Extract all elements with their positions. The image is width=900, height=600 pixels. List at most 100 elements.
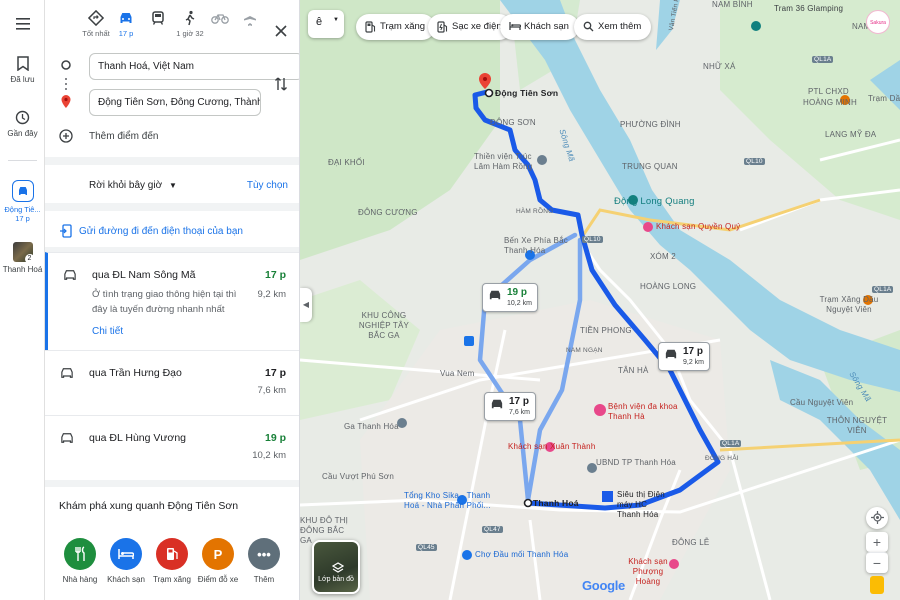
close-icon[interactable] <box>272 22 290 40</box>
route-box-distance: 9,2 km <box>683 359 705 366</box>
route-box-time: 17 p <box>683 346 704 357</box>
category-restaurants[interactable]: Nhà hàng <box>57 538 103 584</box>
route-time-box[interactable]: 19 p 10,2 km <box>482 283 538 312</box>
active-route-label: Động Tiê... <box>4 205 41 214</box>
menu-button[interactable] <box>0 18 45 34</box>
collapse-panel-button[interactable]: ◀ <box>300 288 312 322</box>
category-parking[interactable]: P Điểm đỗ xe <box>195 538 241 584</box>
map-label: XÓM 2 <box>650 252 676 261</box>
saved-label: Đã lưu <box>10 75 35 84</box>
mode-best[interactable]: Tốt nhất <box>79 10 113 38</box>
road-shield: QL1A <box>872 286 894 293</box>
route-time: 17 p <box>264 367 286 379</box>
route-option-1[interactable]: qua ĐL Nam Sông Mã 17 p Ở tình trạng gia… <box>45 252 299 350</box>
layers-label: Lớp bản đồ <box>318 576 354 583</box>
route-option-3[interactable]: qua ĐL Hùng Vương 19 p 10,2 km <box>45 415 299 480</box>
mode-transit[interactable] <box>141 10 175 29</box>
car-icon <box>665 349 677 359</box>
origin-map-label: Thanh Hoá <box>533 498 579 508</box>
hc-store-icon <box>602 491 613 502</box>
send-to-phone-link[interactable]: Gửi đường đi đến điện thoại của bạn <box>59 224 243 238</box>
map-canvas[interactable]: Tram 36 Glamping NAM BÌNH NAM LÝ NHỮ XÁ … <box>300 0 900 600</box>
options-button[interactable]: Tùy chọn <box>247 180 288 191</box>
map-label: Cầu Nguyệt Viên <box>790 398 854 407</box>
zoom-out-button[interactable]: − <box>866 552 888 573</box>
map-label: Vua Nem <box>440 369 475 378</box>
chip-more[interactable]: Xem thêm <box>574 14 652 40</box>
origin-circle-icon <box>61 60 71 70</box>
map-label: HOÀNG LONG <box>640 282 697 291</box>
mode-car[interactable]: 17 p <box>109 10 143 38</box>
destination-dot <box>484 88 494 98</box>
route-box-distance: 10,2 km <box>507 300 532 307</box>
category-gas[interactable]: Trạm xăng <box>149 538 195 584</box>
chip-gas-station[interactable]: Trạm xăng <box>356 14 436 40</box>
map-label: TÂN HÀ <box>618 366 649 375</box>
road-shield: QL10 <box>582 236 603 243</box>
map-label: ĐÔNG LỄ <box>672 538 710 547</box>
mode-best-label: Tốt nhất <box>82 29 110 38</box>
leave-now-label: Rời khỏi bây giờ <box>89 180 163 191</box>
recent-button[interactable]: Gần đây <box>0 110 45 138</box>
chip-label: Xem thêm <box>598 21 642 32</box>
mode-bike[interactable] <box>203 10 237 29</box>
route-details-link[interactable]: Chi tiết <box>92 326 123 337</box>
add-destination-button[interactable]: Thêm điểm đến <box>89 131 158 142</box>
car-icon <box>64 270 76 280</box>
leave-now-dropdown[interactable]: Rời khỏi bây giờ ▼ <box>89 180 177 191</box>
transit-poi-icon <box>464 336 474 346</box>
category-hotels[interactable]: Khách sạn <box>103 538 149 584</box>
map-label: Cầu Vượt Phú Sơn <box>322 472 394 481</box>
road-shield: QL1A <box>720 440 742 447</box>
pegman-icon[interactable] <box>870 576 884 594</box>
route-time-box[interactable]: 17 p 7,6 km <box>484 392 537 421</box>
origin-dot <box>523 498 533 508</box>
recent-place-button[interactable]: 2 Thanh Hoá <box>0 242 45 274</box>
hospital-poi-icon <box>594 404 606 416</box>
map-label: UBND TP Thanh Hóa <box>596 458 676 467</box>
search-icon <box>583 21 594 32</box>
destination-input[interactable]: Động Tiên Sơn, Đông Cương, Thành phố <box>89 89 261 116</box>
map-label: Ga Thanh Hóa <box>344 422 399 431</box>
layers-button[interactable]: Lớp bản đồ <box>312 540 360 594</box>
swap-icon[interactable] <box>273 76 289 92</box>
route-option-2[interactable]: qua Trần Hưng Đạo 17 p 7,6 km <box>45 350 299 415</box>
origin-input[interactable]: Thanh Hoá, Việt Nam <box>89 53 299 80</box>
account-avatar[interactable]: Sakura Pink <box>866 10 890 34</box>
layers-icon <box>332 562 344 573</box>
category-label: Thêm <box>253 575 275 584</box>
route-dots-icon <box>65 78 67 90</box>
map-label: ĐÔNG SƠN <box>490 118 536 127</box>
google-logo-text: Google <box>582 578 625 593</box>
mode-walk[interactable]: 1 giờ 32 <box>173 10 207 38</box>
train-icon <box>152 11 164 25</box>
map-label: HOÀNG MINH <box>803 98 857 107</box>
add-circle-icon[interactable] <box>59 129 73 143</box>
glamping-poi-icon <box>751 21 761 31</box>
restaurant-icon <box>64 538 96 570</box>
route-time-box-selected[interactable]: 17 p 9,2 km <box>658 342 711 371</box>
destination-map-label: Động Tiên Sơn <box>495 88 559 98</box>
category-more[interactable]: ••• Thêm <box>241 538 287 584</box>
car-icon <box>61 368 73 378</box>
mode-flight[interactable] <box>233 10 267 29</box>
category-label: Điểm đỗ xe <box>197 575 239 584</box>
zoom-in-button[interactable]: + <box>866 532 888 552</box>
car-icon <box>120 13 132 23</box>
active-route-button[interactable]: Động Tiê... 17 p <box>0 180 45 223</box>
map-label: Động Long Quang <box>614 196 695 207</box>
map-label: ĐÔNG HẢI <box>705 455 739 462</box>
mode-car-label: 17 p <box>118 29 134 38</box>
route-name: qua Trần Hưng Đạo <box>89 367 182 379</box>
route-distance: 7,6 km <box>257 385 286 396</box>
saved-button[interactable]: Đã lưu <box>0 56 45 84</box>
map-label: Trạm Xăng Dầu Nguyệt Viên <box>819 295 879 314</box>
chip-hotels[interactable]: Khách sạn <box>500 14 579 40</box>
section-divider <box>45 203 299 211</box>
left-rail: Đã lưu Gần đây Động Tiê... 17 p 2 Thanh … <box>0 0 45 600</box>
map-search-menu[interactable]: ê ▼ <box>308 10 344 38</box>
my-location-button[interactable] <box>866 507 888 529</box>
car-icon <box>489 290 501 300</box>
category-label: Khách sạn <box>107 575 145 584</box>
map-label: TIỀN PHONG <box>580 326 632 335</box>
